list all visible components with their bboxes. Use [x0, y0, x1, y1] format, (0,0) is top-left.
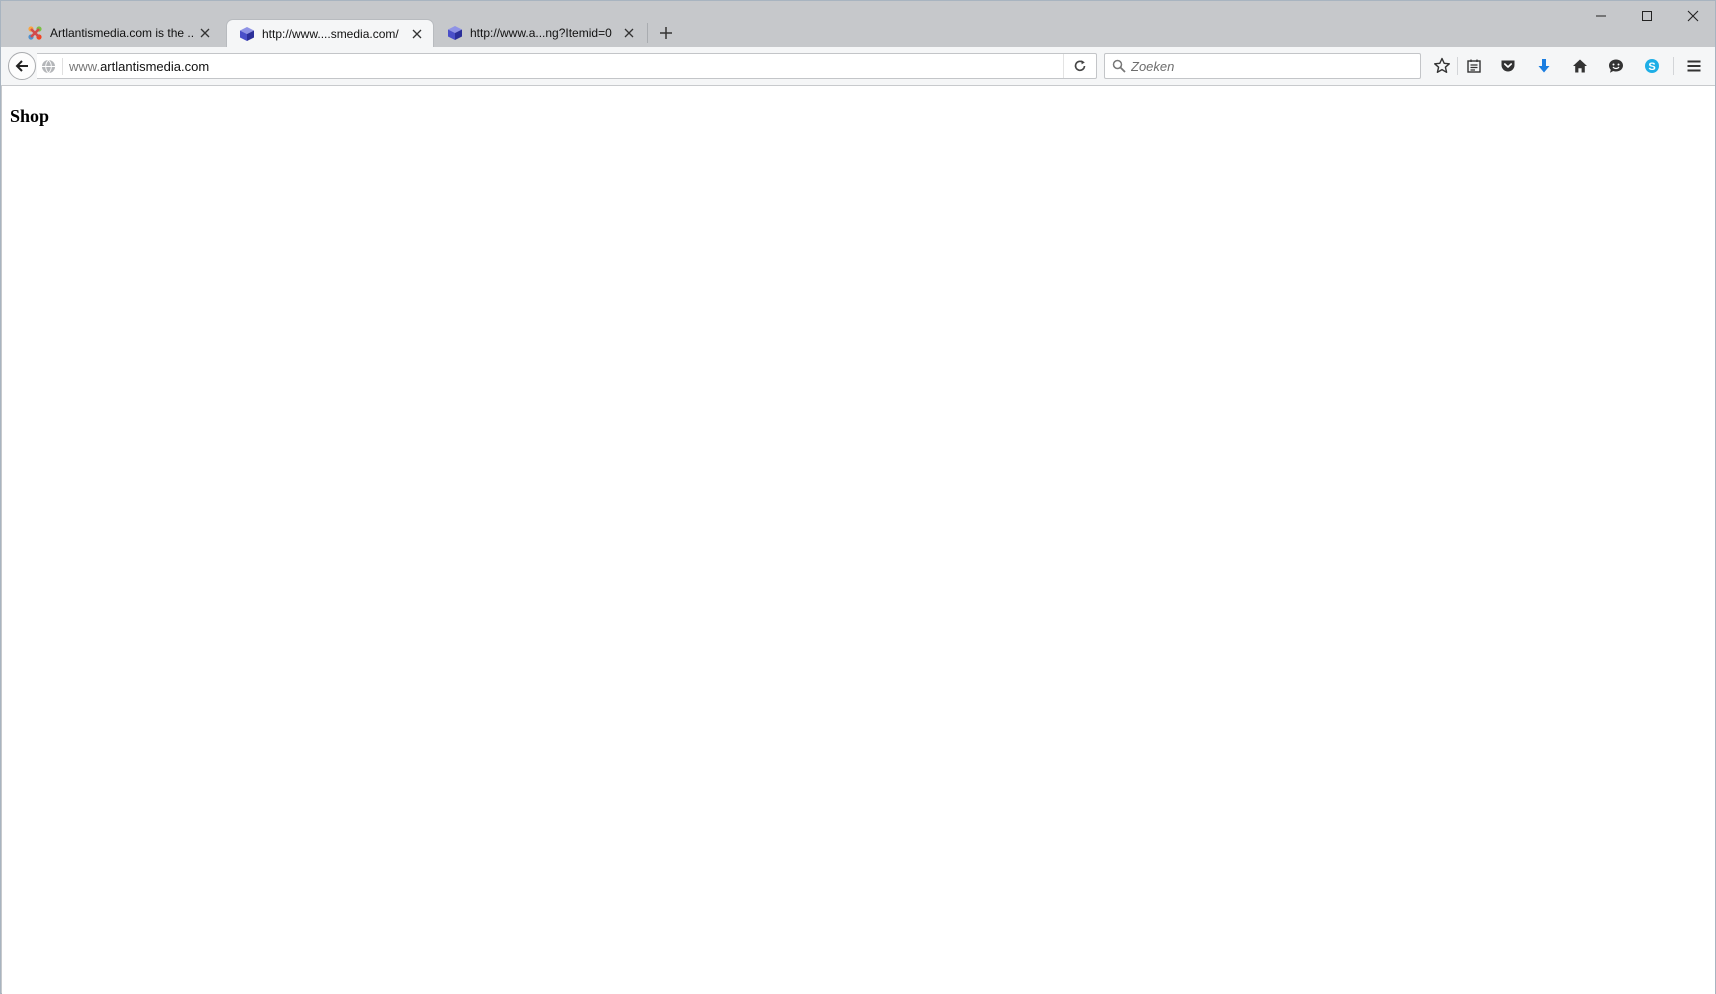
url-separator — [62, 58, 63, 75]
maximize-button[interactable] — [1624, 1, 1670, 31]
tab-title: http://www.a...ng?Itemid=0 — [470, 26, 612, 40]
reload-icon — [1074, 60, 1086, 72]
tab-smedia-active[interactable]: http://www....smedia.com/ — [226, 19, 434, 47]
search-icon — [1112, 59, 1126, 73]
reload-button[interactable] — [1063, 54, 1096, 78]
tab-artlantismedia[interactable]: Artlantismedia.com is the ... — [15, 19, 221, 47]
search-bar[interactable] — [1104, 53, 1421, 79]
navigation-toolbar: www.artlantismedia.com Zoeken S — [1, 47, 1715, 86]
reading-list-icon — [1467, 59, 1481, 73]
close-window-button[interactable] — [1670, 1, 1716, 31]
browser-window: Artlantismedia.com is the ... http://www… — [0, 0, 1716, 994]
globe-icon[interactable] — [41, 59, 56, 74]
tab-title: Artlantismedia.com is the ... — [50, 26, 195, 40]
minimize-button[interactable] — [1578, 1, 1624, 31]
cube-icon — [448, 26, 462, 40]
close-icon — [624, 28, 634, 38]
download-icon — [1538, 59, 1550, 73]
pocket-icon — [1501, 60, 1515, 72]
back-button[interactable] — [8, 52, 36, 80]
plus-icon — [660, 27, 672, 39]
tab-close-button[interactable] — [195, 23, 215, 43]
close-icon — [1687, 10, 1699, 22]
home-icon — [1573, 59, 1587, 73]
downloads-button[interactable] — [1531, 54, 1557, 78]
joomla-icon — [28, 26, 42, 40]
url-text[interactable]: www.artlantismedia.com — [69, 59, 209, 74]
menu-icon — [1687, 60, 1701, 72]
tab-separator — [647, 23, 648, 43]
svg-text:S: S — [1648, 61, 1655, 73]
tab-close-button[interactable] — [619, 23, 639, 43]
new-tab-button[interactable] — [655, 22, 677, 44]
url-bar[interactable]: www.artlantismedia.com — [37, 53, 1097, 79]
search-input[interactable] — [1131, 56, 1411, 76]
page-heading: Shop — [10, 106, 50, 126]
reading-list-button[interactable] — [1461, 54, 1487, 78]
close-icon — [200, 28, 210, 38]
minimize-icon — [1596, 15, 1606, 17]
home-button[interactable] — [1567, 54, 1593, 78]
maximize-icon — [1642, 11, 1652, 21]
back-arrow-icon — [15, 60, 28, 72]
star-icon — [1434, 57, 1450, 73]
url-domain: artlantismedia.com — [100, 59, 210, 74]
page-content: Shop — [2, 86, 1715, 994]
bookmark-button[interactable] — [1429, 54, 1455, 78]
menu-button[interactable] — [1681, 54, 1707, 78]
cube-icon — [240, 26, 254, 41]
close-icon — [412, 29, 422, 38]
tab-close-button[interactable] — [407, 24, 427, 44]
skype-button[interactable]: S — [1639, 54, 1665, 78]
toolbar-separator — [1457, 57, 1458, 75]
tab-itemid[interactable]: http://www.a...ng?Itemid=0 — [435, 19, 645, 47]
pocket-button[interactable] — [1495, 54, 1521, 78]
toolbar-separator — [1673, 57, 1674, 75]
chat-icon — [1609, 59, 1623, 73]
skype-icon: S — [1645, 59, 1659, 73]
tab-title: http://www....smedia.com/ — [262, 26, 399, 41]
tab-strip: Artlantismedia.com is the ... http://www… — [1, 1, 1715, 47]
url-prefix: www. — [69, 59, 101, 74]
chat-button[interactable] — [1603, 54, 1629, 78]
